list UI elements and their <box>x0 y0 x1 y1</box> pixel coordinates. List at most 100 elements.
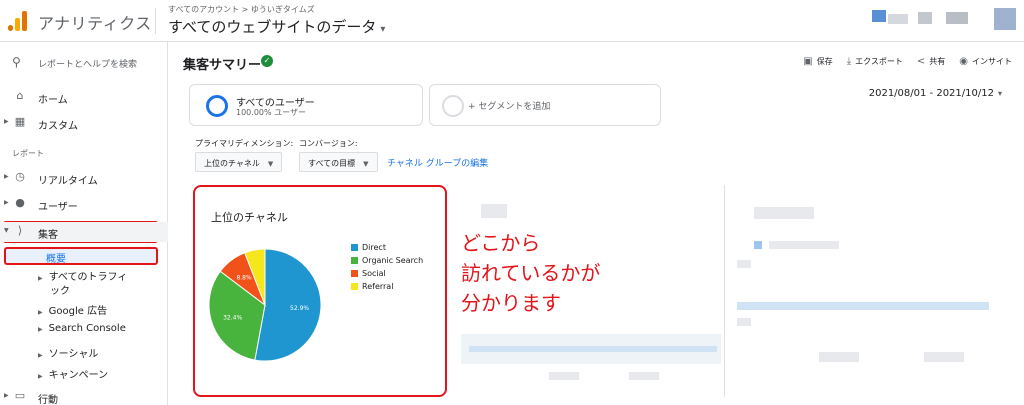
dashboard-icon: ▦ <box>14 115 26 128</box>
collapse-arrow-icon: ▼ <box>4 227 9 234</box>
expand-arrow-icon: ▶ <box>4 173 9 180</box>
home-icon: ⌂ <box>16 89 24 102</box>
insights-button[interactable]: ◉ インサイト <box>959 56 1012 67</box>
annotation-text: どこから 訪れているかが 分かります <box>461 228 600 318</box>
goal-dropdown[interactable]: すべての目標 ▼ <box>299 152 378 172</box>
property-selector[interactable]: すべてのウェブサイトのデータ ▾ <box>168 16 385 37</box>
sidebar-item-custom[interactable]: ▶ ▦ カスタム <box>0 113 168 133</box>
edit-channel-group-link[interactable]: チャネル グループの編集 <box>387 156 488 169</box>
sidebar-item-social[interactable]: ▶ ソーシャル <box>38 345 98 360</box>
expand-arrow-icon: ▶ <box>38 326 43 333</box>
behavior-icon: ▭ <box>14 389 26 402</box>
legend-label: Organic Search <box>362 256 424 265</box>
pie-value-label: 8.8% <box>236 274 252 281</box>
legend-swatch <box>351 257 358 264</box>
add-segment-label: + セグメントを追加 <box>468 102 551 112</box>
app-title: アナリティクス <box>38 14 152 33</box>
conversion-label: コンバージョン: <box>299 139 358 148</box>
add-segment-button[interactable]: + セグメントを追加 <box>429 84 661 126</box>
clock-icon: ◷ <box>15 170 25 183</box>
account-breadcrumb[interactable]: すべてのアカウント > ゆういぎタイムズ <box>168 4 315 15</box>
chevron-down-icon: ▾ <box>380 24 386 35</box>
sidebar-item-home[interactable]: ⌂ ホーム <box>0 87 168 107</box>
main-content: 集客サマリー ✓ ▣ 保存 ⤓ エクスポート < 共有 ◉ インサイト すべてのユーザー… <box>169 42 1024 405</box>
legend-item[interactable]: Referral <box>351 280 423 293</box>
sidebar-item-all-traffic-cont[interactable]: ック <box>50 282 70 297</box>
expand-arrow-icon: ▶ <box>38 309 43 316</box>
pie-chart[interactable]: 52.9% 32.4% 8.8% <box>207 247 347 387</box>
expand-arrow-icon: ▶ <box>38 373 43 380</box>
section-label-reports: レポート <box>12 149 44 158</box>
verified-check-icon: ✓ <box>261 55 273 67</box>
person-icon: ● <box>15 196 25 209</box>
panel-divider <box>724 185 725 397</box>
expand-arrow-icon: ▶ <box>4 118 9 125</box>
share-icon: < <box>916 56 926 67</box>
legend-item[interactable]: Organic Search <box>351 254 423 267</box>
top-header: アナリティクス すべてのアカウント > ゆういぎタイムズ すべてのウェブサイトの… <box>0 0 1024 42</box>
save-button[interactable]: ▣ 保存 <box>803 56 832 67</box>
analytics-logo-icon[interactable] <box>8 9 28 31</box>
report-toolbar: ▣ 保存 ⤓ エクスポート < 共有 ◉ インサイト <box>803 56 1012 67</box>
channel-dropdown[interactable]: 上位のチャネル ▼ <box>195 152 283 172</box>
blurred-account-info <box>918 12 932 24</box>
expand-arrow-icon: ▶ <box>38 352 43 359</box>
chevron-down-icon: ▼ <box>267 160 274 168</box>
blurred-line-chart <box>737 302 989 310</box>
sidebar-item-overview[interactable]: 概要 <box>4 247 158 265</box>
sidebar-item-acquisition[interactable]: ▼ ⟩ 集客 <box>0 222 168 242</box>
expand-arrow-icon: ▶ <box>4 199 9 206</box>
legend-item[interactable]: Direct <box>351 241 423 254</box>
sidebar-nav: ⚲ レポートとヘルプを検索 ⌂ ホーム ▶ ▦ カスタム レポート ▶ ◷ リア… <box>0 42 168 405</box>
sidebar-item-all-traffic[interactable]: ▶ すべてのトラフィ <box>38 268 127 283</box>
blurred-axis-label <box>737 318 751 326</box>
chart-title: 上位のチャネル <box>211 211 288 224</box>
sidebar-item-search-console[interactable]: ▶ Search Console <box>38 323 126 334</box>
sidebar-item-campaigns[interactable]: ▶ キャンペーン <box>38 366 108 381</box>
legend-swatch <box>351 283 358 290</box>
blurred-sparkline <box>469 346 717 352</box>
sidebar-item-realtime[interactable]: ▶ ◷ リアルタイム <box>0 168 168 188</box>
sidebar-item-audience[interactable]: ▶ ● ユーザー <box>0 194 168 214</box>
segment-ring-icon <box>206 95 228 117</box>
annotation-line-2: 訪れているかが <box>461 261 601 285</box>
chart-legend: Direct Organic Search Social Referral <box>351 241 423 293</box>
export-button[interactable]: ⤓ エクスポート <box>847 56 903 67</box>
insights-icon: ◉ <box>959 56 968 67</box>
search-icon: ⚲ <box>12 55 21 69</box>
legend-swatch <box>351 244 358 251</box>
blurred-axis-label <box>629 372 659 380</box>
blurred-axis-label <box>737 260 751 268</box>
expand-arrow-icon: ▶ <box>4 392 9 399</box>
annotation-line-3: 分かります <box>461 291 561 315</box>
blurred-axis-label <box>549 372 579 380</box>
sidebar-search[interactable]: ⚲ レポートとヘルプを検索 <box>0 52 168 74</box>
segment-all-users[interactable]: すべてのユーザー 100.00% ユーザー <box>189 84 423 126</box>
share-button[interactable]: < 共有 <box>917 56 945 67</box>
blurred-legend-text <box>769 241 839 249</box>
blurred-avatar[interactable] <box>994 8 1016 30</box>
sidebar-item-behavior[interactable]: ▶ ▭ 行動 <box>0 387 168 405</box>
legend-label: Social <box>362 269 386 278</box>
annotation-line-1: どこから <box>461 231 541 255</box>
sidebar-item-google-ads[interactable]: ▶ Google 広告 <box>38 302 107 317</box>
blurred-account-info <box>888 14 908 24</box>
search-input[interactable]: レポートとヘルプを検索 <box>38 57 137 70</box>
legend-label: Referral <box>362 282 394 291</box>
date-range-picker[interactable]: 2021/08/01 - 2021/10/12 ▾ <box>869 88 1002 99</box>
property-name: すべてのウェブサイトのデータ <box>168 18 377 36</box>
save-icon: ▣ <box>803 56 813 67</box>
top-channels-panel: 上位のチャネル 52.9% 32.4% 8.8% Direct Organic Sea… <box>193 185 447 397</box>
primary-dimension-label: プライマリディメンション: <box>195 139 294 148</box>
legend-swatch <box>351 270 358 277</box>
legend-item[interactable]: Social <box>351 267 423 280</box>
export-icon: ⤓ <box>846 56 852 67</box>
page-title: 集客サマリー <box>183 58 262 73</box>
chevron-down-icon: ▼ <box>363 160 369 168</box>
blurred-metric <box>481 204 507 218</box>
blurred-axis-label <box>819 352 859 362</box>
empty-segment-ring-icon <box>442 95 464 117</box>
blurred-account-info[interactable] <box>872 10 886 22</box>
pie-value-label: 32.4% <box>223 315 242 322</box>
acquisition-icon: ⟩ <box>17 224 23 237</box>
